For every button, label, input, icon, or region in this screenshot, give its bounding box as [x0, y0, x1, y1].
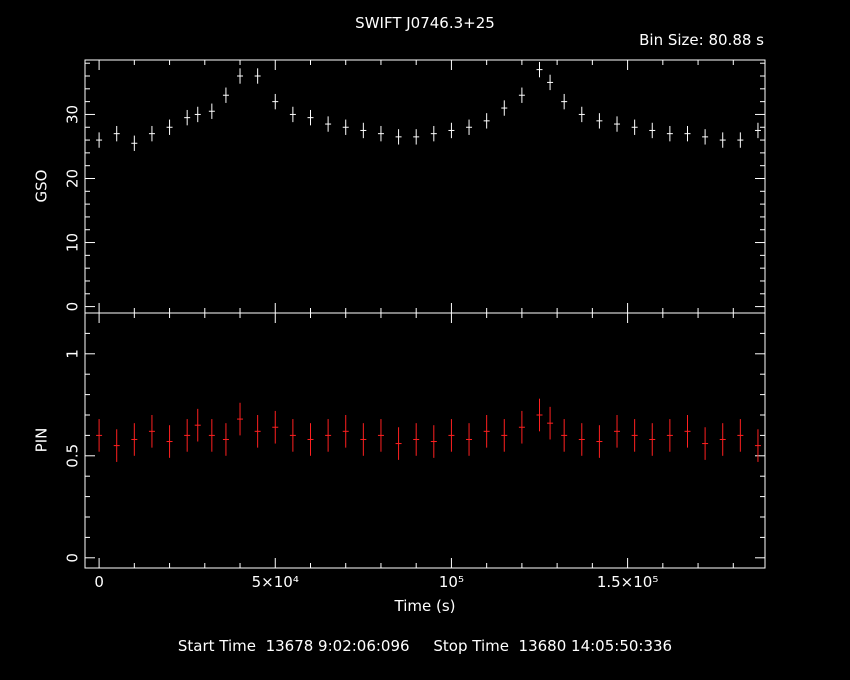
series-pin	[96, 398, 761, 462]
stop-time-value: 13680 14:05:50:336	[518, 637, 673, 655]
bin-size-value: 80.88 s	[708, 31, 764, 49]
x-tick-label: 5×10⁴	[252, 573, 299, 591]
y-axis-label: PIN	[33, 428, 51, 453]
bin-size-text: Bin Size:	[639, 31, 704, 49]
time-range-footer: Start Time 13678 9:02:06:096 Stop Time 1…	[0, 637, 850, 655]
y-tick-label: 0	[64, 302, 82, 312]
plot-frame	[84, 59, 766, 314]
stop-time-label: Stop Time	[433, 637, 509, 655]
series-gso	[96, 61, 761, 151]
y-tick-label: 20	[64, 169, 82, 188]
y-axis-label: GSO	[33, 170, 51, 203]
top-panel: 0 10 20 30 GSO	[33, 59, 766, 314]
bin-size-label: Bin Size: 80.88 s	[639, 31, 764, 49]
chart-title: SWIFT J0746.3+25	[355, 14, 495, 32]
bottom-panel: 0 0.5 1 PIN 0 5×10⁴ 10⁵ 1.5×10⁵ Time (s)	[33, 312, 766, 615]
y-tick-label: 30	[64, 105, 82, 124]
lightcurve-plot: 0 10 20 30 GSO 0 0.5 1 PIN 0 5×10⁴ 10⁵ 1.5×10⁵ Time (…	[33, 59, 766, 615]
x-tick-label: 0	[94, 573, 104, 591]
start-time-value: 13678 9:02:06:096	[265, 637, 410, 655]
y-tick-label: 0.5	[64, 444, 82, 468]
y-tick-label: 10	[64, 233, 82, 252]
x-axis-label: Time (s)	[394, 597, 456, 615]
start-time-label: Start Time	[177, 637, 257, 655]
x-tick-label: 1.5×10⁵	[597, 573, 659, 591]
y-tick-label: 1	[64, 349, 82, 359]
y-tick-label: 0	[64, 553, 82, 563]
x-tick-label: 10⁵	[439, 573, 464, 591]
